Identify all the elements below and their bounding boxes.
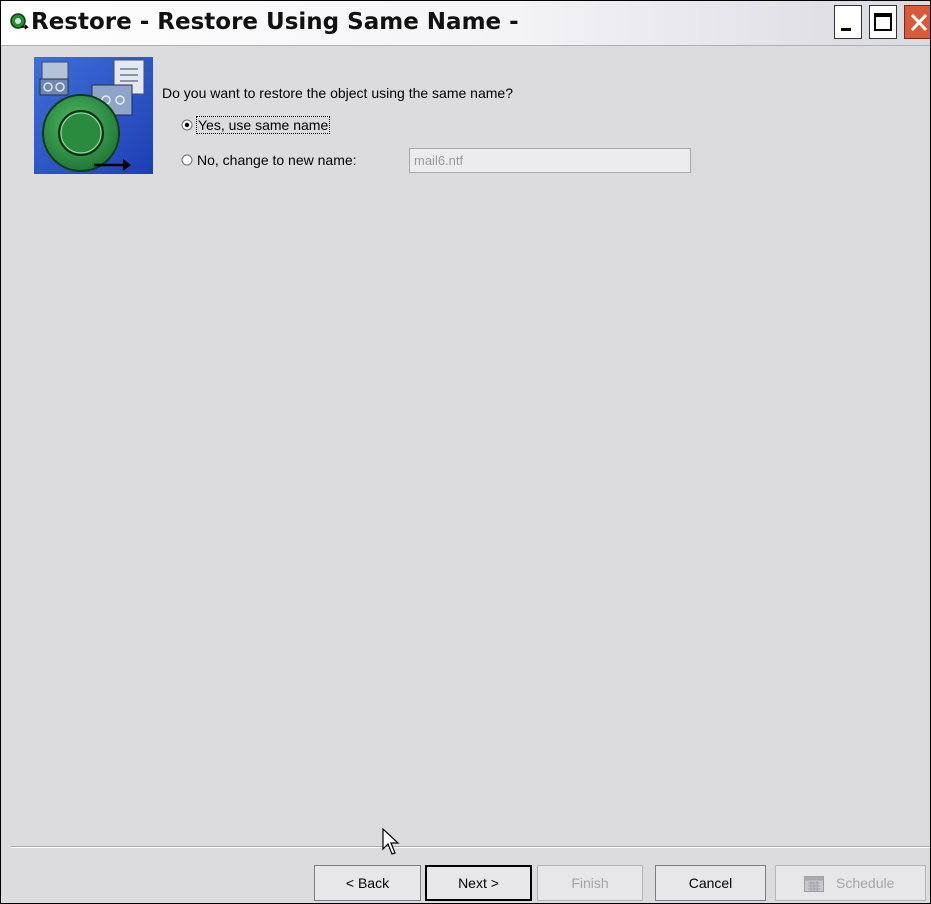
next-button[interactable]: Next >: [425, 865, 532, 901]
same-name-radio[interactable]: [181, 119, 193, 131]
close-button[interactable]: [904, 5, 930, 39]
restore-question: Do you want to restore the object using …: [162, 85, 513, 101]
back-button[interactable]: < Back: [314, 865, 421, 901]
finish-button[interactable]: Finish: [537, 865, 643, 901]
same-name-option-label[interactable]: Yes, use same name: [195, 116, 331, 134]
calendar-icon: [804, 876, 824, 892]
title-bar[interactable]: Restore - Restore Using Same Name -: [1, 1, 930, 46]
tape-restore-illustration: [34, 57, 153, 174]
minimize-button[interactable]: [834, 5, 862, 39]
restore-wizard-window: Restore - Restore Using Same Name - Do y…: [0, 0, 931, 904]
schedule-button-label: Schedule: [836, 875, 895, 891]
maximize-icon: [874, 13, 892, 31]
cancel-button[interactable]: Cancel: [655, 865, 766, 901]
maximize-button[interactable]: [869, 5, 897, 39]
minimize-icon: [841, 28, 851, 31]
mouse-pointer-icon: [382, 828, 400, 855]
new-name-field[interactable]: [409, 148, 691, 173]
close-icon: [910, 13, 928, 32]
new-name-radio[interactable]: [181, 154, 193, 166]
window-title: Restore - Restore Using Same Name -: [31, 9, 519, 35]
schedule-button[interactable]: Schedule: [775, 865, 926, 901]
restore-app-icon: [10, 13, 29, 30]
button-bar-separator: [11, 846, 930, 848]
new-name-option-label[interactable]: No, change to new name:: [197, 152, 357, 168]
